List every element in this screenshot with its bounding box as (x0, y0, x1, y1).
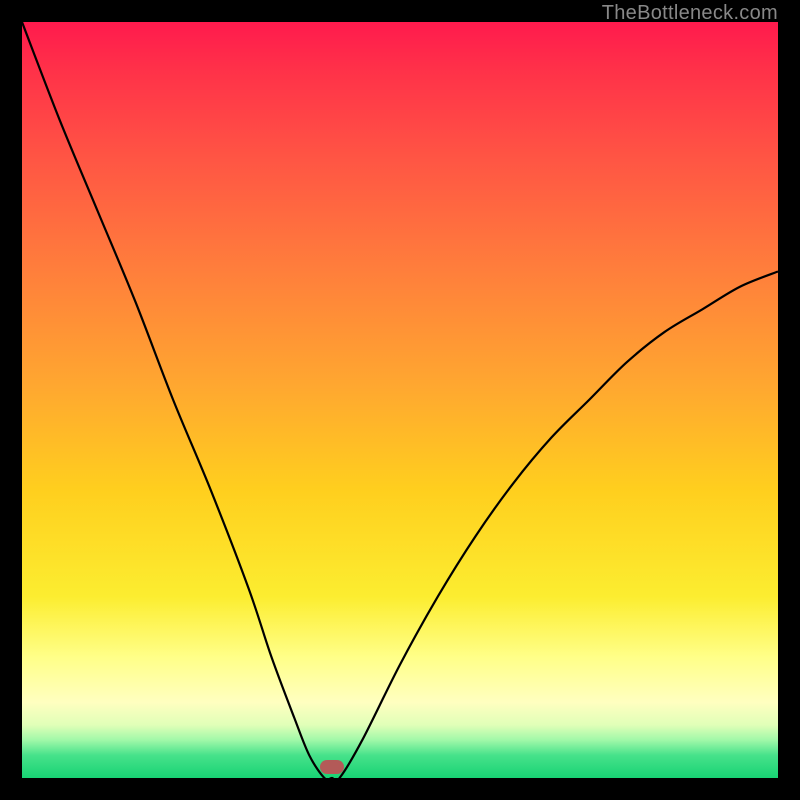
chart-frame: TheBottleneck.com (0, 0, 800, 800)
plot-area (22, 22, 778, 778)
optimum-marker (320, 760, 344, 774)
bottleneck-curve (22, 22, 778, 778)
